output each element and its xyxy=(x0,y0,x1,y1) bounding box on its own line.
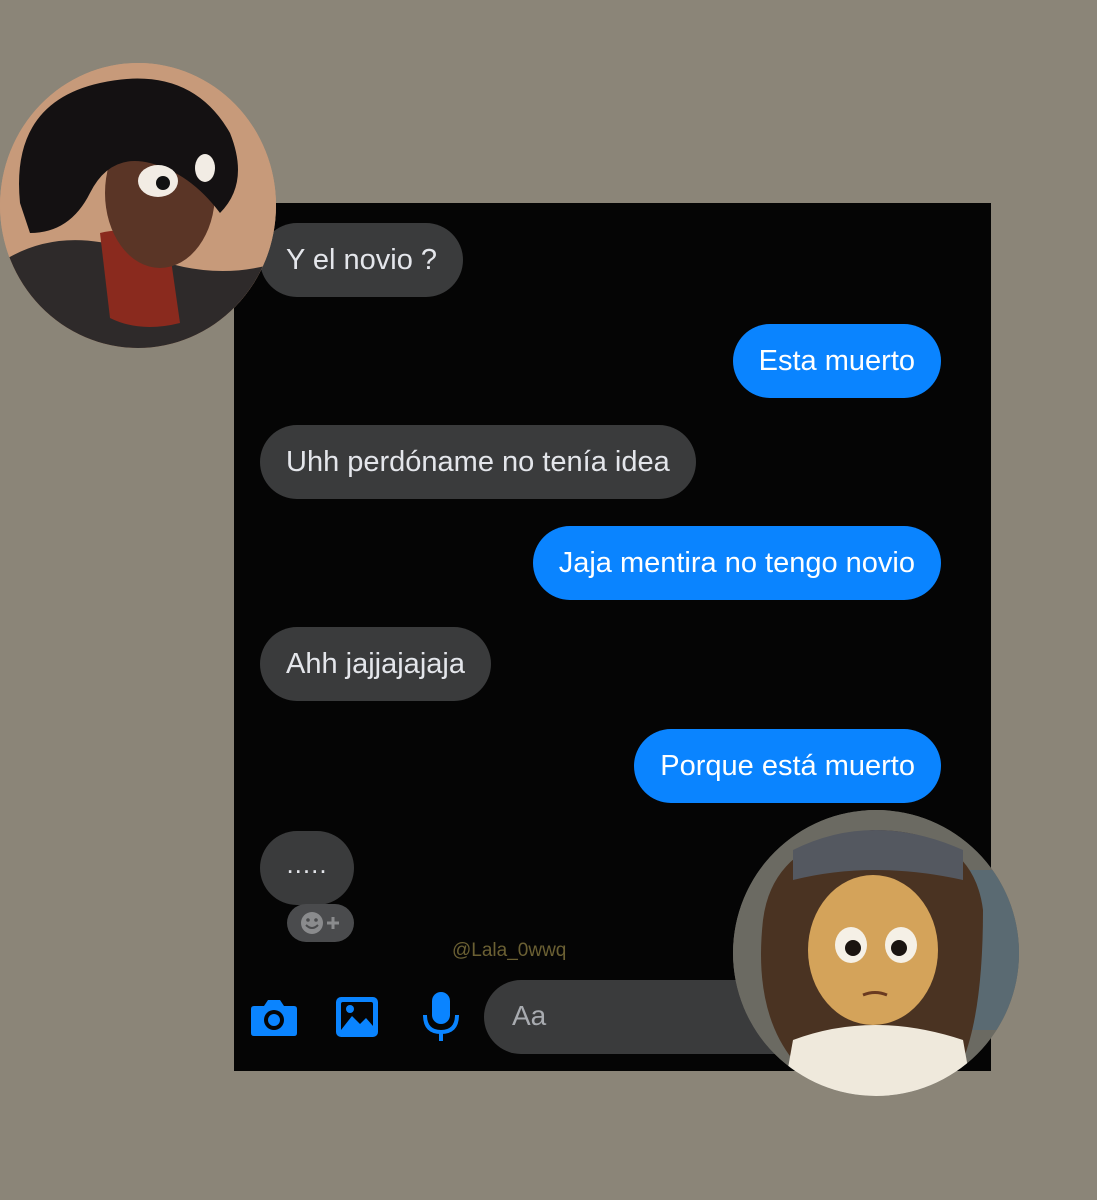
add-reaction-button[interactable] xyxy=(287,904,354,942)
outgoing-message[interactable]: Porque está muerto xyxy=(634,729,941,803)
camera-button[interactable] xyxy=(250,996,298,1043)
image-icon xyxy=(336,997,378,1037)
incoming-message[interactable]: Uhh perdóname no tenía idea xyxy=(260,425,696,499)
incoming-message[interactable]: Y el novio ? xyxy=(260,223,464,297)
outgoing-message[interactable]: Esta muerto xyxy=(732,324,941,398)
outgoing-message[interactable]: Jaja mentira no tengo novio xyxy=(532,526,941,600)
camera-icon xyxy=(251,1000,297,1036)
avatar-character-right xyxy=(733,810,1019,1096)
watermark: @Lala_0wwq xyxy=(452,940,567,961)
microphone-button[interactable] xyxy=(422,991,460,1048)
add-reaction-icon xyxy=(301,912,339,934)
microphone-icon xyxy=(423,992,459,1041)
gallery-button[interactable] xyxy=(335,996,379,1043)
avatar-character-left xyxy=(0,63,276,348)
incoming-message[interactable]: Ahh jajjajajaja xyxy=(260,627,491,701)
incoming-message-dots[interactable]: ..... xyxy=(260,831,354,905)
